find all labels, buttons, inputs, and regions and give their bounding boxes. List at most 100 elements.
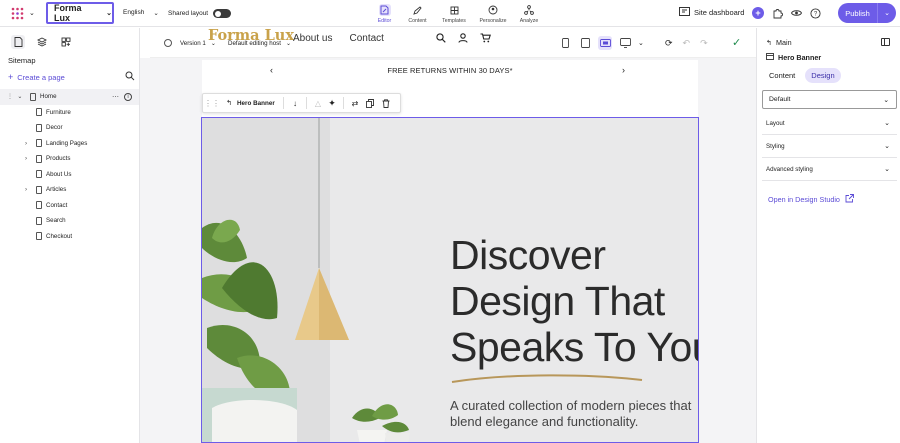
refresh-icon[interactable]: ⟳ [665,38,673,49]
tab-design[interactable]: Design [805,68,841,83]
user-icon[interactable] [458,33,468,46]
nav-link-contact[interactable]: Contact [349,33,383,44]
mobile-device-icon[interactable] [558,36,572,50]
sitemap-item-articles[interactable]: › Articles [0,182,139,198]
tab-content[interactable]: Content [763,68,801,83]
page-icon [30,92,36,101]
sitemap-item-label: Contact [46,201,68,209]
svg-text:?: ? [813,11,817,17]
redo-icon[interactable]: ↷ [700,38,708,49]
publish-button[interactable]: Publish ⌄ [838,3,896,23]
swap-icon[interactable]: ⇄ [348,99,362,108]
tab-analyze[interactable]: Analyze [512,0,546,24]
drag-handle-icon[interactable]: ⋮⋮ [203,99,221,108]
open-studio-label: Open in Design Studio [768,195,840,204]
language-selector[interactable]: English ⌄ [123,9,159,17]
chevron-right-icon[interactable]: › [23,140,29,147]
sitemap-item-contact[interactable]: Contact [0,198,139,214]
sitemap-tree: ⋮ ⌄ Home ⋯ i Furniture Decor › Landing Pages › Pro… [0,89,139,244]
drag-handle-icon[interactable]: ⋮ [7,93,13,100]
section-layout[interactable]: Layout ⌄ [762,112,897,135]
select-parent-icon[interactable]: ↰ [221,99,237,107]
section-advanced-styling[interactable]: Advanced styling ⌄ [762,158,897,181]
sitemap-item-checkout[interactable]: Checkout [0,229,139,245]
tablet-device-icon[interactable] [578,36,592,50]
add-icon[interactable]: + [752,7,764,19]
chevron-down-icon[interactable]: ⌄ [638,39,644,47]
sitemap-item-about-us[interactable]: About Us [0,167,139,183]
desktop-device-icon[interactable] [598,36,612,50]
breadcrumb[interactable]: ↰ Main [766,38,792,47]
undo-icon[interactable]: ↶ [683,38,691,49]
mode-tabs: Editor Content Templates Personalize Ana… [368,0,546,24]
tab-templates[interactable]: Templates [434,0,474,24]
app-menu-chevron-icon[interactable]: ⌄ [29,9,35,17]
search-icon[interactable] [125,71,135,81]
version-label: Version 1 [180,40,206,47]
chevron-down-icon[interactable]: ⌄ [17,93,23,100]
app-logo-icon[interactable] [11,7,24,20]
section-styling[interactable]: Styling ⌄ [762,135,897,158]
panel-toggle-icon[interactable] [881,38,890,46]
divider [343,97,344,109]
personalize-icon[interactable]: △ [311,99,325,108]
history-icon[interactable] [164,39,172,47]
sitemap-item-label: Checkout [46,232,73,240]
delete-icon[interactable] [378,98,394,108]
page-icon [36,108,42,117]
chevron-right-icon[interactable]: › [23,155,29,162]
tab-label: Editor [377,18,392,24]
publish-label: Publish [845,8,870,18]
help-icon[interactable]: ? [809,7,821,19]
checkmark-icon[interactable]: ✓ [732,36,741,49]
chevron-down-icon[interactable]: ⌄ [878,9,896,17]
tab-editor[interactable]: Editor [368,0,401,24]
sitemap-item-furniture[interactable]: Furniture [0,105,139,121]
eye-icon[interactable] [790,7,802,19]
shared-layout-toggle[interactable]: Shared layout [168,9,232,18]
hero-banner[interactable]: Discover Design That Speaks To You A cur… [201,117,699,443]
open-design-studio-link[interactable]: Open in Design Studio [768,194,854,205]
divider [306,97,307,109]
chevron-down-icon: ⌄ [153,10,159,17]
sitemap-item-landing-pages[interactable]: › Landing Pages [0,136,139,152]
external-link-icon [845,194,854,205]
sitemap-item-products[interactable]: › Products [0,151,139,167]
site-brand-logo[interactable]: Forma Lux [208,27,294,44]
sitemap-item-label: Search [46,217,66,225]
more-options-icon[interactable]: ⋯ [112,93,119,101]
nav-link-about[interactable]: About us [293,33,332,44]
toggle-switch[interactable] [213,9,232,18]
variant-select[interactable]: Default ⌄ [762,90,897,109]
cart-icon[interactable] [480,33,491,46]
variant-value: Default [769,96,791,103]
info-icon[interactable]: i [124,92,132,101]
monitor-device-icon[interactable] [618,36,632,50]
move-down-icon[interactable]: ↓ [288,99,302,108]
sitemap-item-decor[interactable]: Decor [0,120,139,136]
chevron-right-icon[interactable]: › [23,186,29,193]
components-icon[interactable] [59,35,73,49]
site-dashboard-link[interactable]: Site dashboard [679,7,744,18]
device-switcher: ⌄ [558,36,644,50]
tab-content[interactable]: Content [401,0,434,24]
create-page-label: Create a page [17,72,65,82]
site-selector[interactable]: Forma Lux ⌄ [46,2,114,24]
create-page-button[interactable]: + Create a page [8,72,65,82]
sitemap-item-home[interactable]: ⋮ ⌄ Home ⋯ i [0,89,139,105]
chevron-right-icon[interactable]: › [622,65,625,75]
layers-icon[interactable] [35,35,49,49]
search-icon[interactable] [436,33,446,46]
chevron-down-icon: ⌄ [883,96,889,104]
sitemap-item-label: Articles [46,186,67,194]
tab-label: Templates [442,18,466,24]
pages-icon[interactable] [11,35,25,49]
tab-personalize[interactable]: Personalize [474,0,512,24]
chevron-down-icon: ⌄ [884,143,890,150]
puzzle-icon[interactable] [771,7,783,19]
duplicate-icon[interactable] [362,98,378,108]
sparkle-icon[interactable]: ✦ [325,98,339,109]
chevron-left-icon[interactable]: ‹ [270,65,273,75]
sitemap-item-search[interactable]: Search [0,213,139,229]
sitemap-item-label: Landing Pages [46,139,88,147]
